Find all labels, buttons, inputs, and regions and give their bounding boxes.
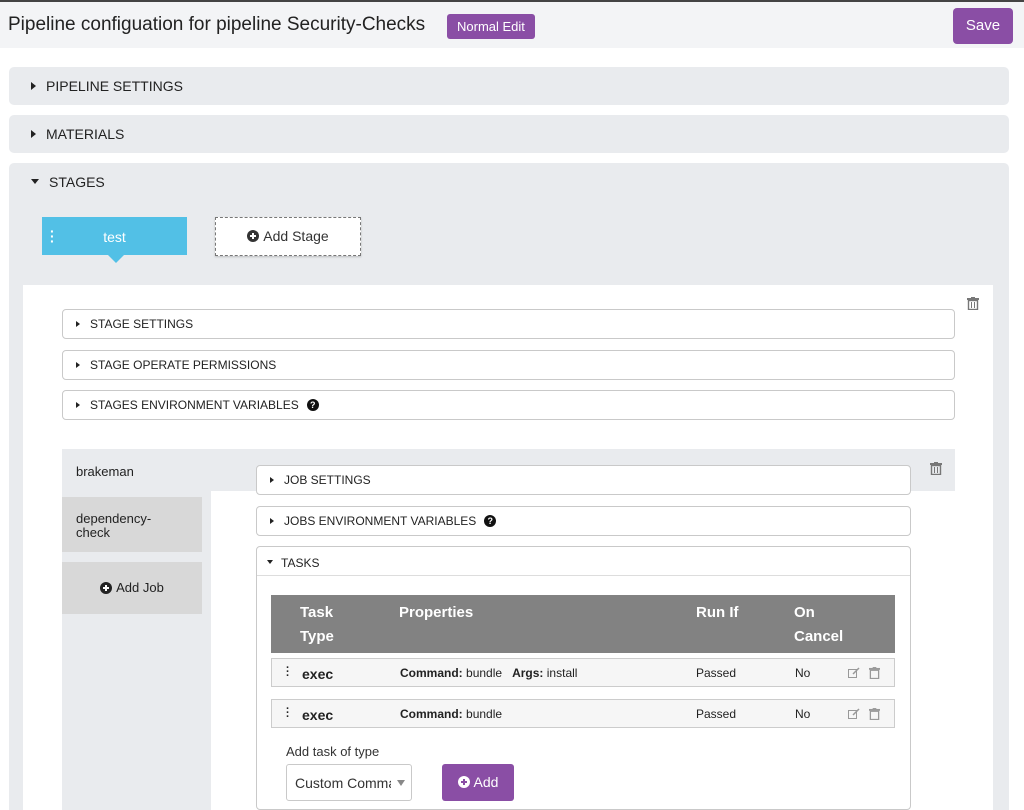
task-row: · · · exec Command: bundle Passed No bbox=[271, 699, 895, 728]
plus-circle-icon bbox=[457, 776, 470, 789]
task-on-cancel: No bbox=[795, 707, 811, 721]
task-actions bbox=[848, 706, 881, 720]
command-value: bundle bbox=[466, 666, 503, 680]
add-job-button[interactable]: Add Job bbox=[62, 562, 202, 614]
materials-section[interactable]: MATERIALS bbox=[9, 115, 1009, 153]
tasks-label: TASKS bbox=[281, 556, 320, 570]
caret-right-icon bbox=[270, 476, 274, 483]
task-properties: Command: bundle bbox=[400, 707, 502, 721]
command-value: bundle bbox=[466, 707, 503, 721]
page-title: Pipeline configuation for pipeline Secur… bbox=[8, 14, 426, 35]
delete-task-icon[interactable] bbox=[869, 707, 881, 720]
col-properties: Properties bbox=[399, 604, 474, 621]
stages-label: STAGES bbox=[49, 174, 105, 190]
help-icon[interactable]: ? bbox=[484, 514, 497, 527]
pipeline-settings-section[interactable]: PIPELINE SETTINGS bbox=[9, 67, 1009, 105]
task-properties: Command: bundle Args: install bbox=[400, 666, 577, 680]
materials-label: MATERIALS bbox=[46, 126, 125, 142]
job-env-variables-label: JOBS ENVIRONMENT VARIABLES bbox=[284, 514, 477, 528]
tasks-divider bbox=[257, 575, 910, 576]
save-button[interactable]: Save bbox=[953, 8, 1013, 44]
pipeline-settings-label: PIPELINE SETTINGS bbox=[46, 78, 183, 94]
command-key: Command: bbox=[400, 666, 463, 680]
task-row: · · · exec Command: bundle Args: install P… bbox=[271, 658, 895, 687]
caret-right-icon bbox=[31, 130, 36, 139]
col-task-type-line2: Type bbox=[300, 628, 334, 645]
drag-handle-icon[interactable]: · · · bbox=[286, 663, 290, 682]
caret-right-icon bbox=[76, 320, 80, 327]
delete-job-icon[interactable] bbox=[930, 462, 942, 478]
edit-icon[interactable] bbox=[848, 667, 860, 679]
materials-header[interactable]: MATERIALS bbox=[31, 126, 124, 142]
task-actions bbox=[848, 665, 881, 679]
add-task-button-label: Add bbox=[473, 774, 499, 790]
job-item-label: brakeman bbox=[76, 464, 134, 479]
job-settings-section[interactable]: JOB SETTINGS bbox=[256, 465, 911, 495]
delete-stage-icon[interactable] bbox=[967, 297, 979, 313]
caret-down-icon bbox=[31, 178, 39, 184]
col-task-type-line1: Task bbox=[300, 604, 334, 621]
help-icon[interactable]: ? bbox=[306, 398, 319, 411]
task-type: exec bbox=[302, 707, 334, 723]
task-type: exec bbox=[302, 666, 334, 682]
add-stage-button[interactable]: Add Stage bbox=[215, 217, 361, 256]
plus-circle-icon bbox=[247, 230, 260, 243]
pipeline-settings-header[interactable]: PIPELINE SETTINGS bbox=[31, 78, 183, 94]
plus-circle-icon bbox=[100, 581, 113, 594]
task-type-select[interactable]: Custom Command bbox=[286, 764, 412, 801]
caret-right-icon bbox=[76, 361, 80, 368]
col-run-if: Run If bbox=[696, 604, 739, 621]
tasks-table-header: Task Type Properties Run If On Cancel bbox=[271, 595, 895, 653]
job-settings-label: JOB SETTINGS bbox=[284, 473, 371, 487]
add-stage-label: Add Stage bbox=[263, 228, 329, 244]
caret-down-icon bbox=[267, 559, 273, 564]
task-run-if: Passed bbox=[696, 707, 737, 721]
stage-env-variables-section[interactable]: STAGES ENVIRONMENT VARIABLES? bbox=[62, 390, 955, 420]
stage-tab-label: test bbox=[103, 229, 126, 245]
stage-settings-section[interactable]: STAGE SETTINGS bbox=[62, 309, 955, 339]
drag-handle-icon[interactable]: · · · bbox=[286, 704, 290, 723]
top-bar: Pipeline configuation for pipeline Secur… bbox=[0, 0, 1024, 48]
stage-tab-pointer bbox=[108, 255, 124, 263]
command-key: Command: bbox=[400, 707, 463, 721]
stage-tab-test[interactable]: · · · test bbox=[42, 217, 187, 263]
stage-operate-permissions-section[interactable]: STAGE OPERATE PERMISSIONS bbox=[62, 350, 955, 380]
stage-settings-label: STAGE SETTINGS bbox=[90, 317, 194, 331]
col-on-cancel-line2: Cancel bbox=[794, 628, 844, 645]
stage-operate-permissions-label: STAGE OPERATE PERMISSIONS bbox=[90, 358, 277, 372]
delete-task-icon[interactable] bbox=[869, 666, 881, 679]
args-value: install bbox=[546, 666, 578, 680]
job-env-variables-section[interactable]: JOBS ENVIRONMENT VARIABLES? bbox=[256, 506, 911, 536]
stages-header[interactable]: STAGES bbox=[31, 174, 105, 190]
add-job-label: Add Job bbox=[116, 580, 164, 595]
args-key: Args: bbox=[512, 666, 544, 680]
normal-edit-button[interactable]: Normal Edit bbox=[447, 14, 535, 39]
chevron-down-icon bbox=[397, 780, 405, 786]
stage-env-variables-label: STAGES ENVIRONMENT VARIABLES bbox=[90, 398, 299, 412]
add-task-button[interactable]: Add bbox=[442, 764, 514, 801]
caret-right-icon bbox=[76, 401, 80, 408]
add-task-label: Add task of type bbox=[286, 744, 380, 759]
job-item-label: dependency-check bbox=[76, 511, 152, 540]
task-run-if: Passed bbox=[696, 666, 737, 680]
caret-right-icon bbox=[270, 517, 274, 524]
caret-right-icon bbox=[31, 82, 36, 91]
job-item-dependency-check[interactable]: dependency-check bbox=[62, 497, 202, 552]
task-type-select-value: Custom Command bbox=[295, 775, 391, 791]
col-on-cancel-line1: On bbox=[794, 604, 815, 621]
edit-icon[interactable] bbox=[848, 708, 860, 720]
tasks-header[interactable]: TASKS bbox=[267, 556, 319, 570]
task-on-cancel: No bbox=[795, 666, 811, 680]
job-item-brakeman[interactable]: brakeman bbox=[62, 449, 202, 491]
